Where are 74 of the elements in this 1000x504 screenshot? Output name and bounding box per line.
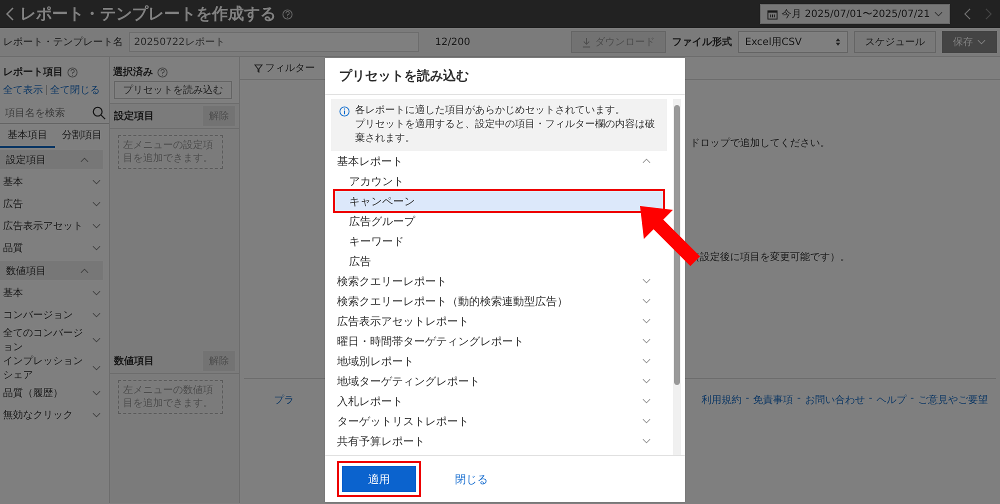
footer-link[interactable]: プラ xyxy=(274,393,294,407)
schedule-button[interactable]: スケジュール xyxy=(854,31,936,53)
preset-group[interactable]: 検索クエリーレポート xyxy=(331,271,667,291)
separator-text: - xyxy=(746,393,750,406)
panel-title: レポート項目 xyxy=(3,66,63,79)
separator-text: - xyxy=(868,393,872,406)
apply-button[interactable]: 適用 xyxy=(337,461,421,497)
instruction-text: ドロップで追加してください。 xyxy=(690,136,831,150)
info-text: 各レポートに適した項目があらかじめセットされています。 プリセットを適用すると、設定中の項目・フィルター欄の内容は破棄されます。 xyxy=(355,104,656,146)
template-name-field[interactable]: 20250722レポート xyxy=(129,32,419,52)
footer-link[interactable]: ご意見やご要望 xyxy=(918,393,988,407)
chevron-down-icon xyxy=(934,11,943,17)
preset-option[interactable]: キーワード xyxy=(335,231,663,251)
menu-item[interactable]: 全てのコンバージョン xyxy=(0,326,109,354)
filter-icon xyxy=(254,64,263,72)
page-title: レポート・テンプレートを作成する xyxy=(20,4,276,24)
preset-group[interactable]: 地域ターゲティングレポート xyxy=(331,371,667,391)
caret-icon xyxy=(977,39,986,45)
menu-item[interactable]: インプレッションシェア xyxy=(0,354,109,382)
menu-item[interactable]: 品質（履歴） xyxy=(0,382,109,404)
template-name-label: レポート・テンプレート名 xyxy=(3,36,123,49)
preset-option[interactable]: アカウント xyxy=(335,171,663,191)
footer-link[interactable]: ヘルプ xyxy=(876,393,906,407)
back-icon[interactable] xyxy=(6,7,14,21)
panel-title: 選択済み xyxy=(113,65,153,79)
search-icon xyxy=(92,106,106,120)
group-header[interactable]: 数値項目 xyxy=(0,261,103,280)
download-icon xyxy=(582,36,591,48)
previous-icon[interactable] xyxy=(964,8,971,20)
file-format-label: ファイル形式 xyxy=(672,36,732,49)
search-field[interactable]: 項目名を検索 xyxy=(3,106,92,120)
preset-group[interactable]: 共有予算レポート xyxy=(331,431,667,451)
preset-group[interactable]: 曜日・時間帯ターゲティングレポート xyxy=(331,331,667,351)
file-format-select[interactable]: Excel用CSV xyxy=(738,31,848,53)
menu-item[interactable]: 広告 xyxy=(0,193,109,215)
menu-item[interactable]: 広告表示アセット xyxy=(0,215,109,237)
preset-option[interactable]: キャンペーン xyxy=(335,191,663,211)
menu-item[interactable]: 無効なクリック xyxy=(0,404,109,426)
show-all-link[interactable]: 全て表示 xyxy=(3,83,43,97)
section-title: 数値項目 xyxy=(114,354,154,368)
annotation-arrow xyxy=(640,206,702,268)
preset-option[interactable]: 広告 xyxy=(335,251,663,271)
preset-group[interactable]: 検索クエリーレポート（動的検索連動型広告） xyxy=(331,291,667,311)
calendar-icon xyxy=(766,8,778,20)
footer-link[interactable]: お問い合わせ xyxy=(804,393,865,407)
preset-group[interactable]: 地域別レポート xyxy=(331,351,667,371)
date-range-button[interactable]: 今月 2025/07/01〜2025/07/21 xyxy=(760,4,950,24)
separator-text: - xyxy=(910,393,914,406)
help-icon[interactable] xyxy=(67,66,78,78)
dialog-title: プリセットを読み込む xyxy=(325,58,685,95)
character-counter: 12/200 xyxy=(435,36,470,48)
section-title: 設定項目 xyxy=(114,109,154,123)
menu-item[interactable]: 基本 xyxy=(0,282,109,304)
scrollbar[interactable] xyxy=(673,99,681,455)
help-icon[interactable] xyxy=(157,66,168,78)
help-icon[interactable] xyxy=(282,8,293,20)
sort-arrows-icon xyxy=(835,37,841,47)
footer-link[interactable]: 利用規約 xyxy=(702,393,742,407)
footer-link[interactable]: 免責事項 xyxy=(753,393,794,407)
menu-item[interactable]: 品質 xyxy=(0,237,109,259)
group-header[interactable]: 設定項目 xyxy=(0,150,103,169)
info-icon xyxy=(339,106,350,117)
preset-group[interactable]: 基本レポート xyxy=(331,151,667,171)
load-preset-button[interactable]: プリセットを読み込む xyxy=(114,81,232,99)
filter-button[interactable]: フィルター xyxy=(248,60,321,76)
collapse-all-link[interactable]: 全て閉じる xyxy=(50,83,100,97)
close-button[interactable]: 閉じる xyxy=(449,470,494,488)
next-icon[interactable] xyxy=(985,8,992,20)
preset-group[interactable]: ターゲットリストレポート xyxy=(331,411,667,431)
menu-item[interactable]: 基本 xyxy=(0,171,109,193)
preset-group[interactable]: 広告表示アセットレポート xyxy=(331,311,667,331)
menu-item[interactable]: コンバージョン xyxy=(0,304,109,326)
separator-text: - xyxy=(797,393,801,406)
preset-group[interactable]: 入札レポート xyxy=(331,391,667,411)
